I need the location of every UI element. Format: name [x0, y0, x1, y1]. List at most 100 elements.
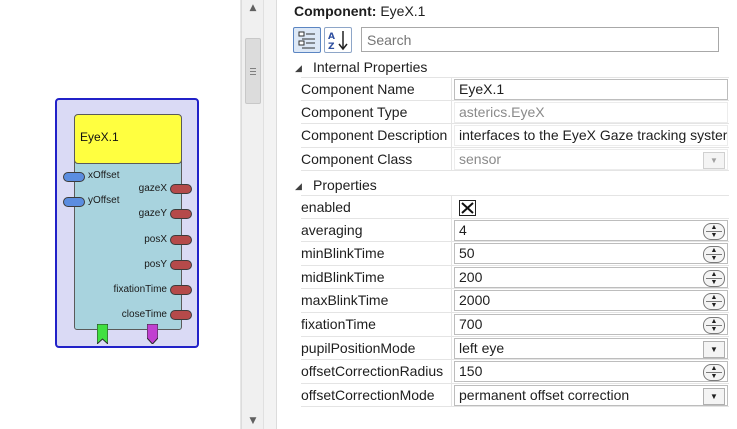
- spin-down-icon[interactable]: ▼: [704, 232, 724, 239]
- scroll-thumb[interactable]: [245, 38, 261, 104]
- spin-down-icon[interactable]: ▼: [704, 326, 724, 333]
- min-blink-time-field[interactable]: 50 ▲ ▼: [454, 243, 728, 265]
- offset-correction-mode-select[interactable]: permanent offset correction ▼: [454, 384, 728, 406]
- property-name: offsetCorrectionRadius: [301, 360, 452, 383]
- property-name: maxBlinkTime: [301, 289, 452, 312]
- property-panel: Component: EyeX.1 A Z ◢Internal Properti…: [277, 0, 737, 429]
- spin-up-icon[interactable]: ▲: [704, 294, 724, 301]
- output-port-posx[interactable]: [170, 235, 192, 245]
- output-port-gazey[interactable]: [170, 209, 192, 219]
- spin-up-icon[interactable]: ▲: [704, 224, 724, 231]
- min-blink-time-spinner[interactable]: ▲ ▼: [703, 246, 725, 264]
- component-name-field[interactable]: EyeX.1: [454, 79, 728, 100]
- property-name: averaging: [301, 218, 452, 242]
- property-row: fixationTime 700 ▲ ▼: [301, 312, 729, 337]
- enabled-value: [454, 197, 728, 218]
- property-name: midBlinkTime: [301, 265, 452, 289]
- component-eyex[interactable]: EyeX.1 xOffset yOffset gazeX gazeY posX …: [55, 98, 199, 348]
- component-title-bar[interactable]: EyeX.1: [74, 114, 182, 164]
- check-x-icon: [461, 202, 474, 214]
- categorized-view-button[interactable]: [293, 27, 321, 53]
- input-port-yoffset[interactable]: [63, 197, 85, 207]
- property-row: midBlinkTime 200 ▲ ▼: [301, 265, 729, 290]
- property-name: fixationTime: [301, 312, 452, 336]
- pupil-position-mode-select[interactable]: left eye ▼: [454, 337, 728, 359]
- dropdown-arrow-icon[interactable]: ▼: [703, 340, 725, 358]
- input-port-label: yOffset: [88, 195, 120, 206]
- category-properties[interactable]: ◢ Properties: [295, 176, 377, 194]
- property-row: minBlinkTime 50 ▲ ▼: [301, 242, 729, 266]
- output-port-label: closeTime: [121, 309, 167, 320]
- scroll-down-arrow-icon[interactable]: ▼: [242, 413, 264, 429]
- category-internal-properties[interactable]: ◢ Internal Properties: [295, 58, 427, 76]
- input-port-label: xOffset: [88, 170, 120, 181]
- max-blink-time-field[interactable]: 2000 ▲ ▼: [454, 290, 728, 312]
- spin-down-icon[interactable]: ▼: [704, 255, 724, 262]
- output-port-label: fixationTime: [113, 284, 167, 295]
- output-port-gazex[interactable]: [170, 184, 192, 194]
- property-name: offsetCorrectionMode: [301, 383, 452, 407]
- panel-header: Component: EyeX.1: [294, 3, 426, 19]
- internal-properties-grid: Component Name EyeX.1 Component Type ast…: [301, 77, 729, 172]
- output-port-posy[interactable]: [170, 260, 192, 270]
- output-port-fixationtime[interactable]: [170, 285, 192, 295]
- property-row: enabled: [301, 195, 729, 219]
- spin-up-icon[interactable]: ▲: [704, 247, 724, 254]
- offset-correction-mode-value: permanent offset correction: [459, 386, 630, 403]
- grip-line: [250, 71, 256, 72]
- dropdown-arrow-icon[interactable]: ▼: [703, 387, 725, 405]
- enabled-checkbox[interactable]: [459, 200, 476, 216]
- spin-up-icon[interactable]: ▲: [704, 271, 724, 278]
- property-name: Component Description: [301, 124, 452, 147]
- canvas-vertical-scrollbar[interactable]: ▲ ▼: [241, 0, 263, 429]
- panel-splitter[interactable]: [263, 0, 277, 429]
- scroll-up-arrow-icon[interactable]: ▲: [242, 0, 264, 16]
- property-row: Component Type asterics.EyeX: [301, 100, 729, 125]
- spin-up-icon[interactable]: ▲: [704, 318, 724, 325]
- dropdown-arrow-icon: ▼: [703, 151, 725, 169]
- spin-down-icon[interactable]: ▼: [704, 373, 724, 380]
- output-port-closetime[interactable]: [170, 310, 192, 320]
- mid-blink-time-field[interactable]: 200 ▲ ▼: [454, 266, 728, 288]
- grip-line: [250, 74, 256, 75]
- min-blink-time-value: 50: [459, 245, 475, 262]
- model-canvas[interactable]: EyeX.1 xOffset yOffset gazeX gazeY posX …: [0, 0, 241, 429]
- property-row: Component Name EyeX.1: [301, 77, 729, 101]
- component-type-field: asterics.EyeX: [454, 101, 728, 123]
- fixation-time-field[interactable]: 700 ▲ ▼: [454, 313, 728, 335]
- alphabetical-view-button[interactable]: A Z: [324, 27, 352, 53]
- fixation-time-value: 700: [459, 315, 483, 332]
- property-search-input[interactable]: [361, 27, 719, 52]
- svg-text:A: A: [328, 32, 335, 42]
- property-name: Component Class: [301, 147, 452, 171]
- input-port-xoffset[interactable]: [63, 172, 85, 182]
- averaging-spinner[interactable]: ▲ ▼: [703, 222, 725, 240]
- categorized-icon: [298, 31, 315, 49]
- component-class-field: sensor ▼: [454, 148, 728, 170]
- category-label: Internal Properties: [313, 59, 428, 75]
- panel-header-value: EyeX.1: [380, 3, 426, 19]
- fixation-time-spinner[interactable]: ▲ ▼: [703, 316, 725, 334]
- property-name: minBlinkTime: [301, 242, 452, 265]
- averaging-field[interactable]: 4 ▲ ▼: [454, 219, 728, 241]
- collapse-triangle-icon[interactable]: ◢: [295, 177, 313, 195]
- spin-up-icon[interactable]: ▲: [704, 365, 724, 372]
- max-blink-time-spinner[interactable]: ▲ ▼: [703, 293, 725, 311]
- spin-down-icon[interactable]: ▼: [704, 302, 724, 309]
- offset-correction-radius-spinner[interactable]: ▲ ▼: [703, 364, 725, 382]
- offset-correction-radius-field[interactable]: 150 ▲ ▼: [454, 361, 728, 383]
- category-label: Properties: [313, 177, 377, 193]
- pupil-position-mode-value: left eye: [459, 339, 505, 356]
- property-row: maxBlinkTime 2000 ▲ ▼: [301, 289, 729, 313]
- property-row: Component Class sensor ▼: [301, 147, 729, 172]
- svg-text:Z: Z: [328, 42, 335, 52]
- spin-down-icon[interactable]: ▼: [704, 279, 724, 286]
- property-row: pupilPositionMode left eye ▼: [301, 336, 729, 361]
- output-port-label: gazeY: [138, 208, 167, 219]
- property-row: Component Description interfaces to the …: [301, 124, 729, 148]
- event-listener-port[interactable]: [97, 324, 108, 344]
- collapse-triangle-icon[interactable]: ◢: [295, 59, 313, 77]
- property-row: offsetCorrectionRadius 150 ▲ ▼: [301, 360, 729, 384]
- event-trigger-port[interactable]: [147, 324, 158, 344]
- mid-blink-time-spinner[interactable]: ▲ ▼: [703, 269, 725, 287]
